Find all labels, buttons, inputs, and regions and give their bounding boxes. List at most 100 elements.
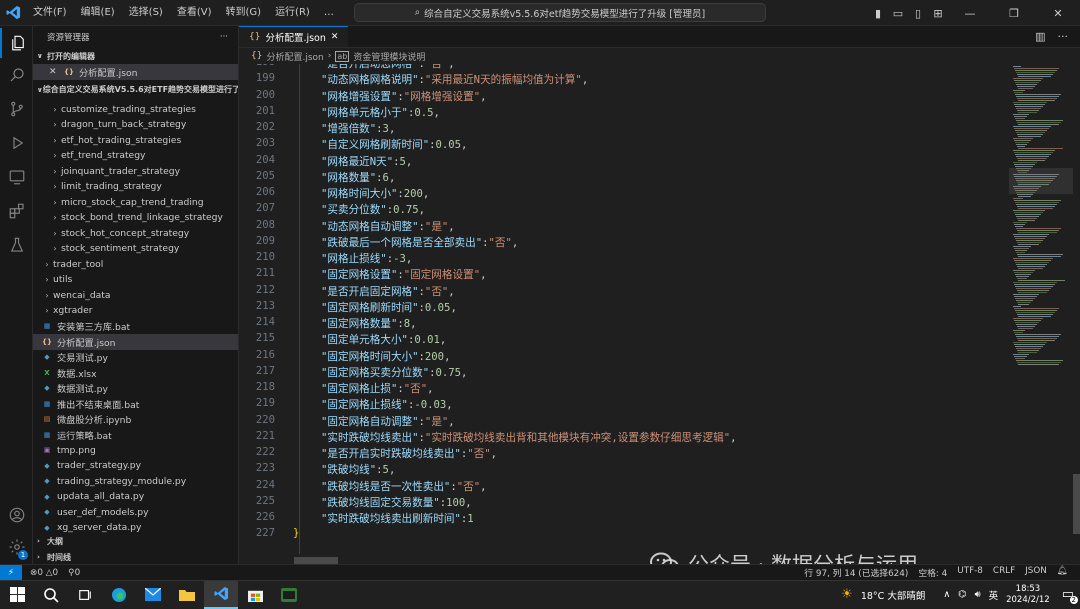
scrollbar-thumb[interactable] <box>1073 474 1080 534</box>
tab-analysis-config[interactable]: {} 分析配置.json ✕ <box>239 26 349 47</box>
more-actions-icon[interactable]: ··· <box>1058 30 1069 43</box>
minimap-line <box>1017 206 1055 207</box>
ime-indicator[interactable]: 英 <box>989 588 999 602</box>
remote-explorer-icon[interactable] <box>0 162 33 192</box>
file-item[interactable]: ◆ 数据测试.py <box>33 381 238 397</box>
notification-center-icon[interactable]: ▭ 2 <box>1062 587 1078 604</box>
more-actions-icon[interactable]: ··· <box>220 32 228 42</box>
file-item[interactable]: ◆ trading_strategy_module.py <box>33 474 238 490</box>
folder-item[interactable]: › trader_tool <box>33 257 238 273</box>
folder-item[interactable]: › utils <box>33 272 238 288</box>
file-item[interactable]: ▦ 推出不结束桌面.bat <box>33 396 238 412</box>
close-icon[interactable]: ✕ <box>49 67 63 77</box>
chevron-up-icon[interactable]: ∧ <box>943 589 950 600</box>
search-icon[interactable] <box>0 60 33 90</box>
menu-item[interactable]: 查看(V) <box>170 0 219 26</box>
folder-item[interactable]: › limit_trading_strategy <box>33 179 238 195</box>
file-item[interactable]: ◆ user_def_models.py <box>33 505 238 521</box>
language-mode[interactable]: JSON <box>1025 566 1047 579</box>
file-item[interactable]: ▣ tmp.png <box>33 443 238 459</box>
toggle-secondary-sidebar-icon[interactable]: ▯ <box>908 7 928 20</box>
source-control-icon[interactable] <box>0 94 33 124</box>
file-item[interactable]: ▦ 运行策略.bat <box>33 427 238 443</box>
run-debug-icon[interactable] <box>0 128 33 158</box>
clock[interactable]: 18:53 2024/2/12 <box>1006 584 1050 606</box>
file-item[interactable]: ▦ 安装第三方库.bat <box>33 319 238 335</box>
restore-button[interactable]: ❐ <box>992 7 1036 20</box>
end-of-line[interactable]: CRLF <box>993 566 1015 579</box>
minimap-viewport[interactable] <box>1009 168 1073 194</box>
testing-icon[interactable] <box>0 230 33 260</box>
file-item[interactable]: X 数据.xlsx <box>33 365 238 381</box>
folder-item[interactable]: › customize_trading_strategies <box>33 102 238 118</box>
vertical-scrollbar[interactable] <box>1073 64 1080 564</box>
minimap[interactable] <box>1009 64 1073 564</box>
folder-item[interactable]: › stock_bond_trend_linkage_strategy <box>33 210 238 226</box>
folder-item[interactable]: › stock_hot_concept_strategy <box>33 226 238 242</box>
mail-icon[interactable] <box>136 581 170 609</box>
horizontal-scrollbar-thumb[interactable] <box>294 557 338 564</box>
bell-icon[interactable]: 🔔︎ <box>1057 566 1068 579</box>
weather-text[interactable]: 18°C 大部晴朗 <box>861 588 926 602</box>
file-item[interactable]: ◆ 交易测试.py <box>33 350 238 366</box>
folder-item[interactable]: › dragon_turn_back_strategy <box>33 117 238 133</box>
volume-icon[interactable]: 🔊︎ <box>975 589 981 600</box>
file-item[interactable]: ▤ 微盘股分析.ipynb <box>33 412 238 428</box>
task-view-icon[interactable] <box>68 581 102 609</box>
open-editors-section[interactable]: ∨ 打开的编辑器 <box>33 48 238 64</box>
extensions-icon[interactable] <box>0 196 33 226</box>
project-section[interactable]: ∨ 综合自定义交易系统V5.5.6对ETF趋势交易模型进行了... <box>33 82 238 98</box>
menu-item[interactable]: 编辑(E) <box>74 0 122 26</box>
customize-layout-icon[interactable]: ⊞ <box>928 7 948 20</box>
remote-indicator-icon[interactable]: ⚡ <box>0 564 22 581</box>
toggle-sidebar-icon[interactable]: ▮ <box>868 7 888 20</box>
edge-browser-icon[interactable] <box>102 581 136 609</box>
network-icon[interactable]: ⌬ <box>958 589 966 600</box>
open-editor-item[interactable]: ✕ {} 分析配置.json <box>33 64 238 80</box>
vscode-taskbar-icon[interactable] <box>204 580 238 609</box>
minimap-line <box>1014 248 1029 249</box>
close-icon[interactable]: ✕ <box>331 32 339 42</box>
folder-item[interactable]: › etf_hot_trading_strategies <box>33 133 238 149</box>
outline-section[interactable]: › 大纲 <box>33 533 238 549</box>
menu-item[interactable]: … <box>317 0 341 26</box>
menu-item[interactable]: 转到(G) <box>219 0 269 26</box>
file-item[interactable]: {} 分析配置.json <box>33 334 238 350</box>
folder-item[interactable]: › micro_stock_cap_trend_trading <box>33 195 238 211</box>
timeline-section[interactable]: › 时间线 <box>33 549 238 564</box>
account-icon[interactable] <box>0 500 33 530</box>
breadcrumb-file[interactable]: 分析配置.json <box>266 50 323 63</box>
weather-icon[interactable]: ☀ <box>841 587 853 602</box>
windows-start-icon[interactable] <box>0 581 34 609</box>
folder-item[interactable]: › stock_sentiment_strategy <box>33 241 238 257</box>
menu-item[interactable]: 选择(S) <box>122 0 170 26</box>
code-editor[interactable]: 198 "是否开启动态网格":"否", 199 "动态网格网格说明":"采用最近N天的… <box>239 64 1009 564</box>
close-button[interactable]: ✕ <box>1036 7 1080 20</box>
menu-item[interactable]: 运行(R) <box>268 0 317 26</box>
folder-item[interactable]: › joinquant_trader_strategy <box>33 164 238 180</box>
command-center[interactable]: ⌕ 综合自定义交易系统v5.5.6对etf趋势交易模型进行了升级 [管理员] <box>354 3 766 22</box>
minimize-button[interactable]: — <box>948 7 992 20</box>
folder-item[interactable]: › wencai_data <box>33 288 238 304</box>
split-editor-icon[interactable]: ▥ <box>1035 30 1045 43</box>
file-explorer-icon[interactable] <box>170 581 204 609</box>
toggle-panel-icon[interactable]: ▭ <box>888 7 908 20</box>
status-bar: ⚡ ⊗0 △0 ⚲0 行 97, 列 14 (已选择624) 空格: 4 UTF… <box>0 564 1080 581</box>
store-icon[interactable] <box>238 581 272 609</box>
file-item[interactable]: ◆ trader_strategy.py <box>33 458 238 474</box>
encoding[interactable]: UTF-8 <box>957 566 983 579</box>
breadcrumb-symbol[interactable]: 资金管理模块说明 <box>353 50 425 63</box>
manage-gear-icon[interactable]: 1 <box>0 532 33 562</box>
file-item[interactable]: ◆ updata_all_data.py <box>33 489 238 505</box>
problems-indicator[interactable]: ⊗0 △0 <box>30 568 58 578</box>
explorer-icon[interactable] <box>0 28 33 58</box>
search-icon[interactable] <box>34 581 68 609</box>
indentation[interactable]: 空格: 4 <box>918 566 947 579</box>
menu-item[interactable]: 文件(F) <box>26 0 74 26</box>
folder-item[interactable]: › etf_trend_strategy <box>33 148 238 164</box>
minimap-line <box>1014 140 1031 141</box>
folder-item[interactable]: › xgtrader <box>33 303 238 319</box>
ports-indicator[interactable]: ⚲0 <box>68 568 80 578</box>
terminal-app-icon[interactable] <box>272 581 306 609</box>
cursor-position[interactable]: 行 97, 列 14 (已选择624) <box>804 566 908 579</box>
